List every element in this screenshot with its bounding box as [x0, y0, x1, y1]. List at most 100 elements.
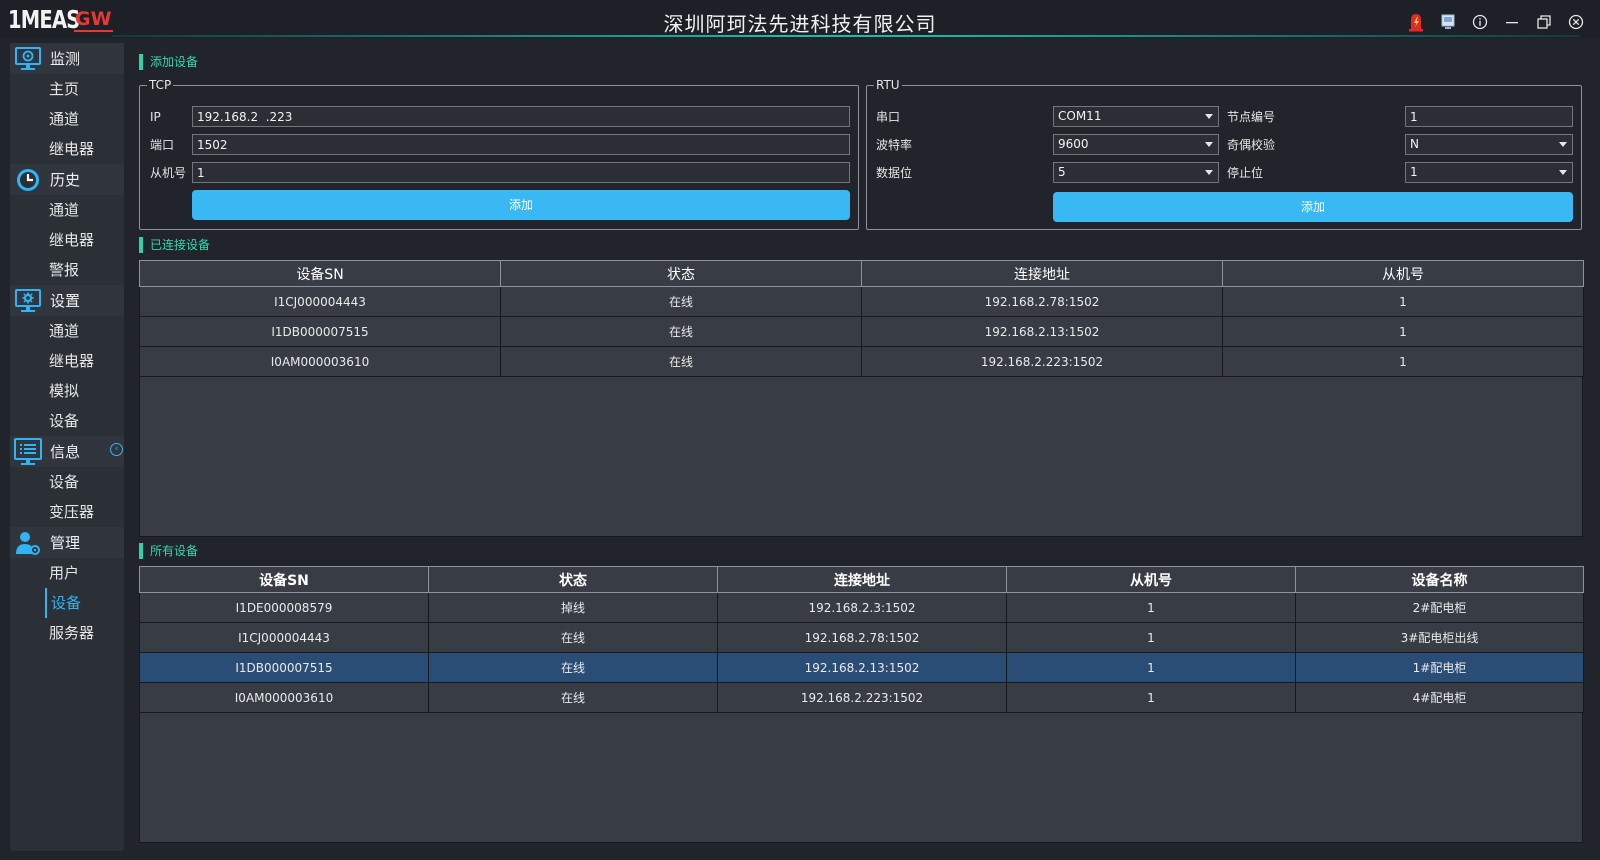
- clock-icon: [12, 166, 44, 194]
- nav-item-monitor-channel[interactable]: 通道: [10, 104, 124, 134]
- data-bits-value: 5: [1058, 165, 1066, 179]
- serial-port-select[interactable]: COM11: [1053, 106, 1219, 127]
- table-cell: 1: [1222, 346, 1584, 377]
- close-icon[interactable]: [1566, 12, 1586, 32]
- table-cell: 4#配电柜: [1295, 682, 1584, 713]
- table-cell: I1CJ000004443: [139, 286, 501, 317]
- table-cell: 192.168.2.13:1502: [861, 316, 1223, 347]
- list-screen-icon: [12, 437, 44, 466]
- chevron-down-icon: [1559, 142, 1567, 147]
- table-row[interactable]: I1CJ000004443 在线 192.168.2.78:1502 1 3#配…: [139, 622, 1584, 653]
- nav-item-settings-device[interactable]: 设备: [10, 406, 124, 436]
- table-cell: 在线: [500, 316, 862, 347]
- chevron-left-circle-icon[interactable]: ‹: [110, 443, 123, 456]
- all-devices-table: 设备SN 状态 连接地址 从机号 设备名称 I1DE000008579 掉线 1…: [139, 566, 1584, 713]
- nav-group-settings[interactable]: 设置: [10, 285, 124, 316]
- table-cell: 在线: [500, 346, 862, 377]
- table-cell: 2#配电柜: [1295, 592, 1584, 623]
- ip-input[interactable]: [192, 106, 850, 127]
- rtu-add-button[interactable]: 添加: [1053, 192, 1573, 222]
- nav-item-history-relay[interactable]: 继电器: [10, 225, 124, 255]
- table-cell: 192.168.2.13:1502: [717, 652, 1007, 683]
- port-label: 端口: [150, 138, 175, 152]
- nav-item-home[interactable]: 主页: [10, 74, 124, 104]
- nav-group-monitor[interactable]: 监测: [10, 43, 124, 74]
- nav-item-settings-relay[interactable]: 继电器: [10, 346, 124, 376]
- settings-screen-icon: [12, 287, 44, 315]
- column-header[interactable]: 设备名称: [1295, 566, 1584, 593]
- nav-item-admin-user[interactable]: 用户: [10, 558, 124, 588]
- section-title-all-devices: 所有设备: [139, 543, 198, 559]
- stop-bits-value: 1: [1410, 165, 1418, 179]
- connected-table: 设备SN 状态 连接地址 从机号 I1CJ000004443 在线 192.16…: [139, 260, 1584, 377]
- rtu-groupbox: RTU 串口 COM11 节点编号 波特率 9600 奇偶校验 N 数据位 5 …: [866, 77, 1582, 230]
- nav-group-admin[interactable]: 管理: [10, 527, 124, 558]
- table-cell: 1#配电柜: [1295, 652, 1584, 683]
- column-header[interactable]: 状态: [428, 566, 718, 593]
- app-window: 1MEAS GW 深圳阿珂法先进科技有限公司 监测 主页 通道 继电器 历史 通…: [0, 0, 1600, 860]
- minimize-icon[interactable]: [1502, 12, 1522, 32]
- nav-group-info[interactable]: 信息: [10, 436, 124, 467]
- table-cell: 192.168.2.78:1502: [717, 622, 1007, 653]
- baud-rate-select[interactable]: 9600: [1053, 134, 1219, 155]
- nav-item-history-channel[interactable]: 通道: [10, 195, 124, 225]
- table-cell: I1CJ000004443: [139, 622, 429, 653]
- nav-item-monitor-relay[interactable]: 继电器: [10, 134, 124, 164]
- table-cell: 192.168.2.3:1502: [717, 592, 1007, 623]
- nav-group-label: 设置: [50, 292, 81, 310]
- nav-group-label: 信息: [50, 443, 81, 461]
- table-cell: 1: [1006, 592, 1296, 623]
- nav-item-admin-device[interactable]: 设备: [45, 588, 124, 618]
- port-input[interactable]: [192, 134, 850, 155]
- column-header[interactable]: 从机号: [1006, 566, 1296, 593]
- rtu-groupbox-label: RTU: [874, 77, 902, 93]
- table-cell: 3#配电柜出线: [1295, 622, 1584, 653]
- user-gear-icon: [12, 529, 44, 557]
- tcp-groupbox: TCP IP 端口 从机号 添加: [139, 77, 859, 230]
- table-cell: 192.168.2.78:1502: [861, 286, 1223, 317]
- table-row[interactable]: I0AM000003610 在线 192.168.2.223:1502 1 4#…: [139, 682, 1584, 713]
- tcp-add-button[interactable]: 添加: [192, 190, 850, 220]
- table-row-selected[interactable]: I1DB000007515 在线 192.168.2.13:1502 1 1#配…: [139, 652, 1584, 683]
- stop-bits-select[interactable]: 1: [1405, 162, 1573, 183]
- parity-select[interactable]: N: [1405, 134, 1573, 155]
- table-row[interactable]: I1DE000008579 掉线 192.168.2.3:1502 1 2#配电…: [139, 592, 1584, 623]
- restore-icon[interactable]: [1534, 12, 1554, 32]
- table-row[interactable]: I1DB000007515 在线 192.168.2.13:1502 1: [139, 316, 1584, 347]
- sidebar: 监测 主页 通道 继电器 历史 通道 继电器 警报 设置 通道 继电器 模拟 设…: [10, 43, 124, 851]
- table-cell: 1: [1006, 622, 1296, 653]
- title-divider: [112, 35, 1580, 37]
- nav-item-info-transformer[interactable]: 变压器: [10, 497, 124, 527]
- nav-item-info-device[interactable]: 设备: [10, 467, 124, 497]
- table-cell: 在线: [428, 652, 718, 683]
- column-header[interactable]: 状态: [500, 260, 862, 287]
- column-header[interactable]: 从机号: [1222, 260, 1584, 287]
- table-cell: 192.168.2.223:1502: [861, 346, 1223, 377]
- screen-icon[interactable]: [1438, 12, 1458, 32]
- nav-group-history[interactable]: 历史: [10, 164, 124, 195]
- table-row[interactable]: I0AM000003610 在线 192.168.2.223:1502 1: [139, 346, 1584, 377]
- table-cell: 在线: [500, 286, 862, 317]
- column-header[interactable]: 设备SN: [139, 566, 429, 593]
- title-bar: 1MEAS GW 深圳阿珂法先进科技有限公司: [0, 0, 1600, 38]
- data-bits-select[interactable]: 5: [1053, 162, 1219, 183]
- info-icon[interactable]: [1470, 12, 1490, 32]
- table-cell: 1: [1006, 652, 1296, 683]
- column-header[interactable]: 设备SN: [139, 260, 501, 287]
- chevron-down-icon: [1205, 142, 1213, 147]
- nav-item-history-alarm[interactable]: 警报: [10, 255, 124, 285]
- nav-item-settings-analog[interactable]: 模拟: [10, 376, 124, 406]
- alarm-icon[interactable]: [1406, 12, 1426, 32]
- nav-group-label: 监测: [50, 50, 81, 68]
- slave-id-input[interactable]: [192, 162, 850, 183]
- table-cell: I0AM000003610: [139, 346, 501, 377]
- column-header[interactable]: 连接地址: [861, 260, 1223, 287]
- column-header[interactable]: 连接地址: [717, 566, 1007, 593]
- table-cell: 1: [1222, 286, 1584, 317]
- nav-item-settings-channel[interactable]: 通道: [10, 316, 124, 346]
- table-row[interactable]: I1CJ000004443 在线 192.168.2.78:1502 1: [139, 286, 1584, 317]
- tcp-groupbox-label: TCP: [147, 77, 174, 93]
- table-cell: I1DE000008579: [139, 592, 429, 623]
- node-id-input[interactable]: [1405, 106, 1573, 127]
- nav-item-admin-server[interactable]: 服务器: [10, 618, 124, 648]
